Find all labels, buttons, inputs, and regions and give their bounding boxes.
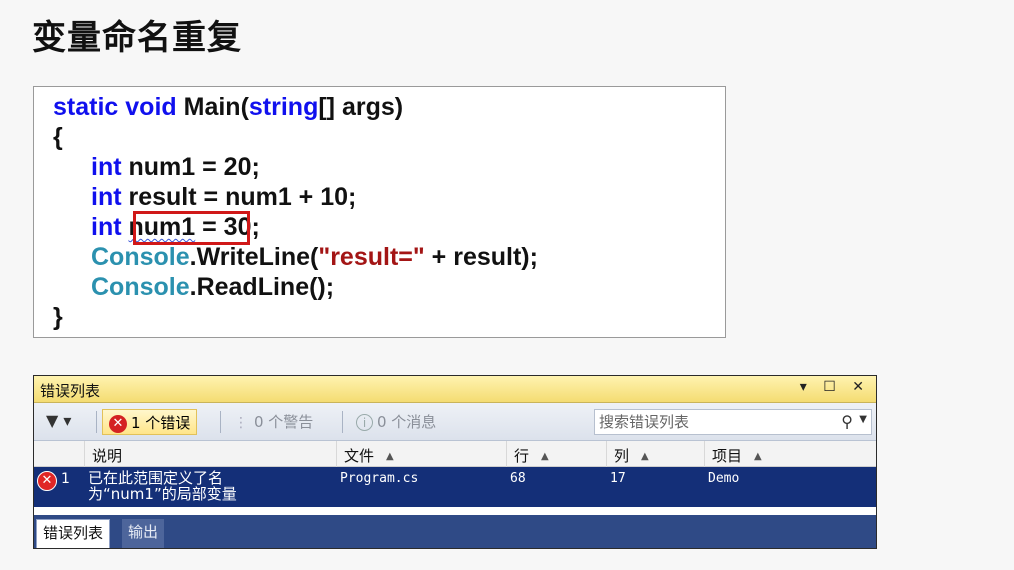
row-file: Program.cs [340, 471, 419, 486]
info-icon: i [356, 414, 373, 431]
column-header-file[interactable]: 文件 ▲ [344, 445, 394, 466]
keyword-string: string [248, 93, 319, 121]
sort-up-icon: ▲ [541, 451, 549, 462]
error-highlight-box [133, 211, 250, 245]
code-block: static void Main(string[] args) { int nu… [33, 86, 726, 338]
method-params: [] args) [318, 93, 404, 121]
column-header-line[interactable]: 行 ▲ [514, 445, 549, 466]
search-box[interactable]: ⚲ ▼ [594, 409, 872, 435]
keyword-int: int [91, 213, 122, 241]
sort-up-icon: ▲ [754, 451, 762, 462]
error-icon: ✕ [37, 471, 57, 491]
code-line-1: static void Main(string[] args) [53, 92, 403, 122]
column-separator [704, 441, 705, 467]
method-signature: Main( [176, 93, 249, 121]
window-controls[interactable]: ▾ ☐ ✕ [800, 379, 870, 395]
filter-icon[interactable]: ▼ ▾ [46, 411, 71, 430]
row-index: 1 [61, 471, 70, 487]
warning-icon: ⋮ [234, 415, 248, 431]
error-list-panel: 错误列表 ▾ ☐ ✕ ▼ ▾ ✕1 个错误 ⋮0 个警告 i0 个消息 ⚲ ▼ … [33, 375, 877, 549]
code-line-8: } [53, 303, 63, 331]
error-icon: ✕ [109, 414, 127, 433]
column-header-description[interactable]: 说明 [92, 445, 122, 466]
panel-title-bar[interactable]: 错误列表 ▾ ☐ ✕ [34, 376, 876, 403]
row-project: Demo [708, 471, 740, 486]
column-separator [506, 441, 507, 467]
column-header-project-label: 项目 [712, 447, 743, 465]
column-separator [606, 441, 607, 467]
tab-error-list[interactable]: 错误列表 [36, 519, 111, 548]
row-description: 已在此范围定义了名 为“num1”的局部变量 [88, 469, 237, 503]
error-list-header: 说明 文件 ▲ 行 ▲ 列 ▲ 项目 ▲ [34, 441, 876, 467]
type-console: Console [91, 273, 190, 301]
column-separator [84, 441, 85, 467]
column-header-line-label: 行 [514, 447, 530, 465]
column-header-column[interactable]: 列 ▲ [614, 445, 649, 466]
messages-filter-button[interactable]: i0 个消息 [350, 409, 442, 435]
table-row[interactable]: ✕ 1 已在此范围定义了名 为“num1”的局部变量 Program.cs 68… [34, 467, 876, 507]
panel-title: 错误列表 [40, 382, 101, 400]
column-header-column-label: 列 [614, 447, 630, 465]
code-line-2: { [53, 123, 63, 151]
keyword-int: int [91, 153, 122, 181]
code-line-7: Console.ReadLine(); [91, 272, 334, 302]
tab-output[interactable]: 输出 [122, 519, 165, 548]
column-header-file-label: 文件 [344, 447, 375, 465]
type-console: Console [91, 243, 190, 271]
code-text: result = num1 + 10; [121, 183, 357, 211]
toolbar-separator [342, 411, 343, 433]
keyword-void: void [125, 93, 177, 121]
sort-up-icon: ▲ [641, 451, 649, 462]
column-separator [336, 441, 337, 467]
code-text: + result); [424, 243, 538, 271]
warnings-count-label: 0 个警告 [254, 413, 314, 431]
errors-filter-button[interactable]: ✕ 1 个错误 [102, 409, 198, 435]
code-text: num1 = 20; [121, 153, 260, 181]
row-line: 68 [510, 471, 526, 486]
search-icon[interactable]: ⚲ [841, 412, 853, 431]
code-text: .ReadLine(); [189, 273, 335, 301]
keyword-int: int [91, 183, 122, 211]
code-line-3: int num1 = 20; [91, 152, 260, 182]
chevron-down-icon[interactable]: ▼ [859, 414, 867, 425]
slide-title: 变量命名重复 [32, 18, 242, 58]
code-text: .WriteLine( [189, 243, 319, 271]
toolbar-separator [220, 411, 221, 433]
errors-count-label: 1 个错误 [131, 414, 191, 432]
sort-up-icon: ▲ [386, 451, 394, 462]
keyword-static: static [53, 93, 119, 121]
code-line-4: int result = num1 + 10; [91, 182, 356, 212]
search-input[interactable] [599, 412, 829, 432]
string-literal: "result=" [318, 243, 425, 271]
row-column: 17 [610, 471, 626, 486]
code-line-6: Console.WriteLine("result=" + result); [91, 242, 538, 272]
toolbar-separator [96, 411, 97, 433]
error-list-toolbar: ▼ ▾ ✕1 个错误 ⋮ 0 个警告 i0 个消息 ⚲ ▼ [34, 403, 876, 441]
panel-tab-bar: 错误列表 输出 [34, 515, 876, 548]
messages-count-label: 0 个消息 [377, 413, 437, 431]
column-header-project[interactable]: 项目 ▲ [712, 445, 762, 466]
warnings-filter-button[interactable]: ⋮ 0 个警告 [228, 409, 319, 435]
